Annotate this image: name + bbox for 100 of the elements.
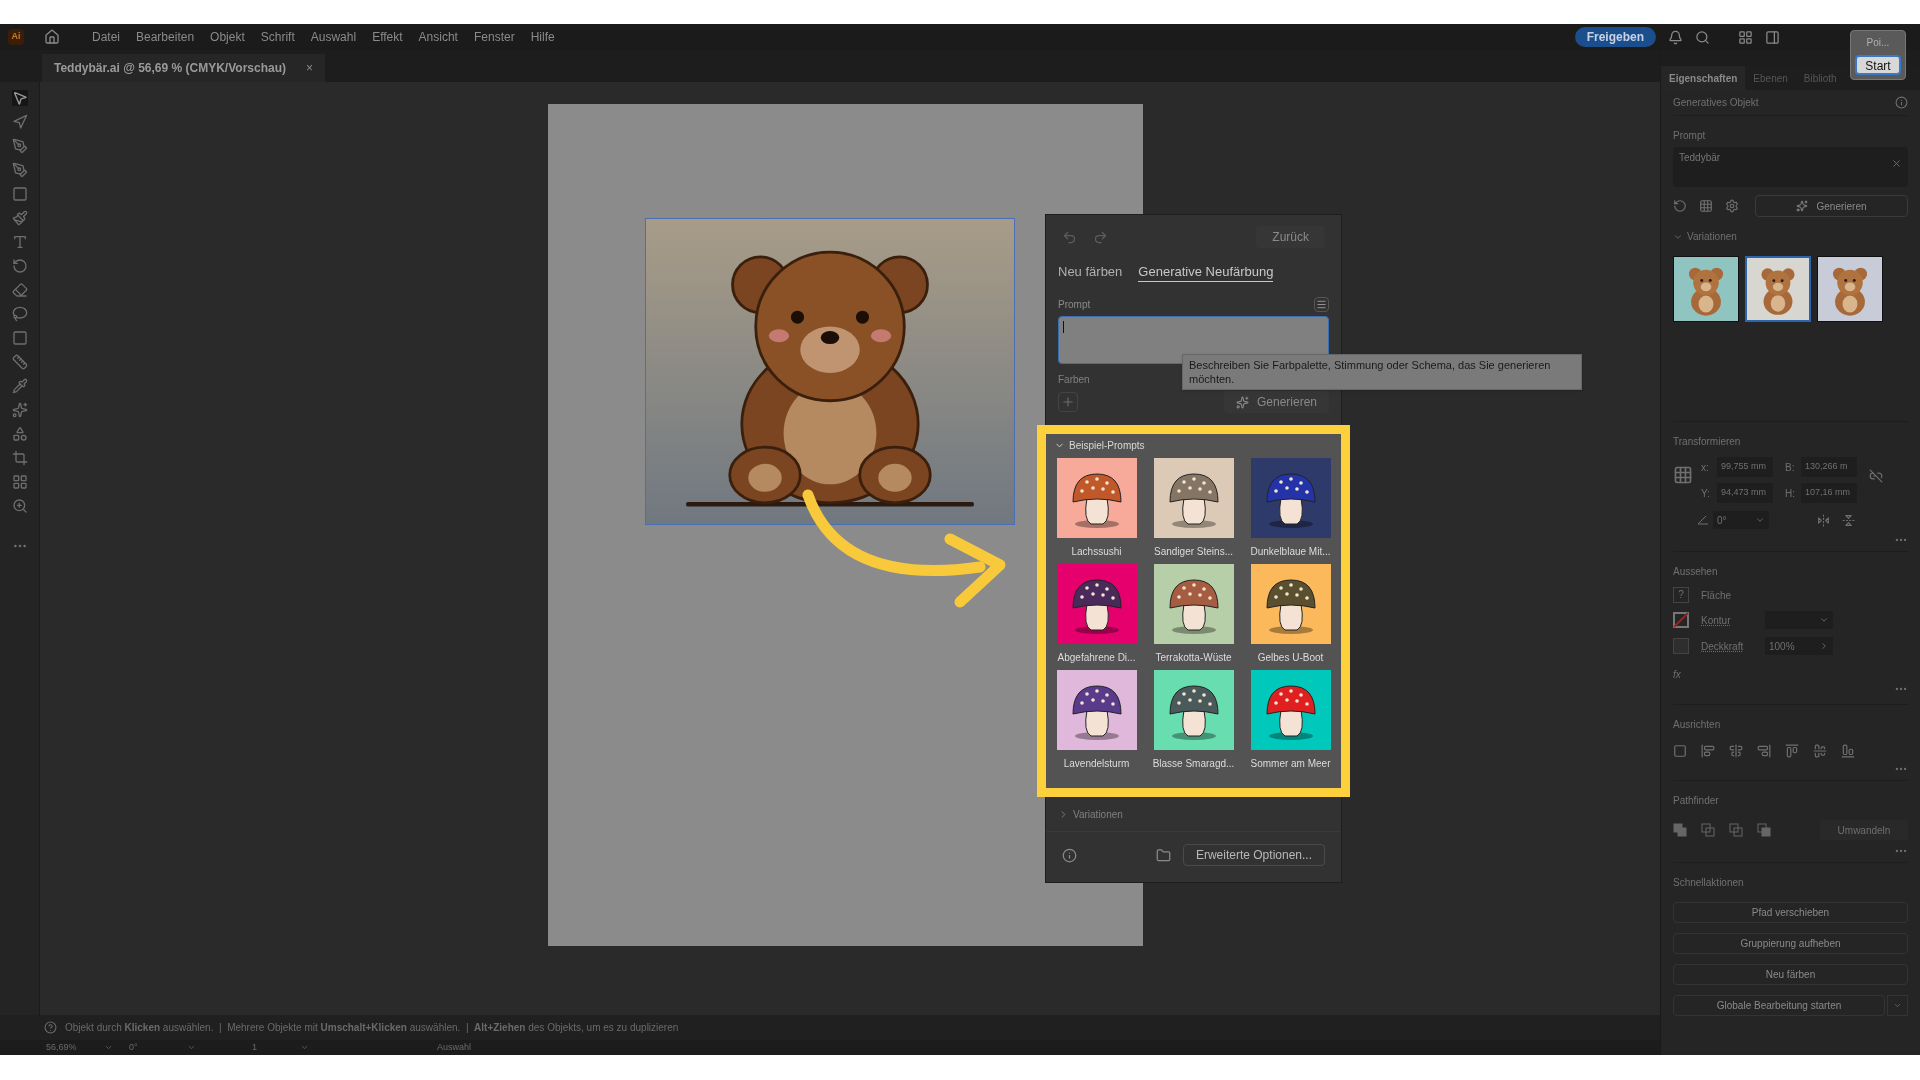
align-icon[interactable] bbox=[1841, 744, 1855, 758]
variations-header[interactable]: Variationen bbox=[1058, 807, 1123, 822]
sample-prompts-header[interactable]: Beispiel-Prompts bbox=[1054, 438, 1145, 453]
dropdown-icon[interactable] bbox=[104, 1043, 113, 1052]
workspace-icon[interactable] bbox=[1738, 29, 1753, 45]
tool-icon[interactable] bbox=[11, 378, 28, 394]
generate-button[interactable]: Generieren bbox=[1755, 195, 1908, 217]
rotation-field[interactable]: 0° bbox=[129, 1040, 179, 1055]
pathfinder-icon[interactable] bbox=[1729, 823, 1743, 837]
sample-prompt-label[interactable]: Sandiger Steins... bbox=[1154, 544, 1233, 559]
undo-icon[interactable] bbox=[1062, 229, 1077, 245]
angle-field[interactable]: 0° bbox=[1713, 511, 1769, 529]
value-field[interactable]: 107,16 mm bbox=[1801, 483, 1857, 503]
align-icon[interactable] bbox=[1701, 744, 1715, 758]
align-icon[interactable] bbox=[1673, 744, 1687, 758]
tool-icon[interactable] bbox=[11, 354, 28, 370]
chevron-icon[interactable] bbox=[1819, 641, 1829, 651]
pathfinder-icon[interactable] bbox=[1673, 823, 1687, 837]
panel-icon[interactable] bbox=[1765, 29, 1780, 45]
sample-prompt-label[interactable]: Sommer am Meer bbox=[1250, 756, 1331, 771]
info-icon[interactable] bbox=[1062, 847, 1077, 863]
folder-icon[interactable] bbox=[1155, 847, 1171, 863]
help-icon[interactable] bbox=[44, 1021, 57, 1034]
tool-icon[interactable] bbox=[11, 90, 28, 106]
search-icon[interactable] bbox=[1695, 29, 1710, 45]
document-title[interactable]: Teddybär.ai @ 56,69 % (CMYK/Vorschau) bbox=[54, 59, 286, 77]
stroke-swatch[interactable] bbox=[1673, 612, 1689, 628]
effects-label[interactable]: fx bbox=[1673, 667, 1908, 682]
menu-item[interactable]: Schrift bbox=[260, 28, 295, 46]
menu-item[interactable]: Bearbeiten bbox=[136, 28, 195, 46]
add-color-button[interactable] bbox=[1058, 392, 1078, 412]
mushroom-thumbnail[interactable] bbox=[1250, 670, 1331, 750]
quick-action-button[interactable]: Pfad verschieben bbox=[1673, 902, 1908, 923]
tool-icon[interactable] bbox=[11, 258, 28, 274]
opacity-label[interactable]: Deckkraft bbox=[1701, 638, 1753, 654]
prompt-field[interactable]: Teddybär bbox=[1673, 147, 1908, 187]
variations-header[interactable]: Variationen bbox=[1673, 229, 1737, 244]
tool-icon[interactable] bbox=[11, 138, 28, 154]
clear-icon[interactable] bbox=[1891, 158, 1902, 169]
settings-icon[interactable] bbox=[1725, 199, 1739, 213]
tool-icon[interactable] bbox=[11, 474, 28, 490]
variation-thumbnail[interactable] bbox=[1745, 256, 1811, 322]
menu-item[interactable]: Effekt bbox=[372, 28, 403, 46]
variation-thumbnail[interactable] bbox=[1673, 256, 1739, 322]
value-field[interactable]: 99,755 mm bbox=[1717, 457, 1773, 477]
mushroom-thumbnail[interactable] bbox=[1056, 670, 1137, 750]
redo-icon[interactable] bbox=[1093, 229, 1108, 245]
pathfinder-icon[interactable] bbox=[1701, 823, 1715, 837]
sample-prompt-label[interactable]: Terrakotta-Wüste bbox=[1155, 650, 1232, 665]
sample-prompt-label[interactable]: Blasse Smaragd... bbox=[1152, 756, 1235, 771]
quick-action-button[interactable]: Gruppierung aufheben bbox=[1673, 933, 1908, 954]
align-icon[interactable] bbox=[1813, 744, 1827, 758]
sample-prompt-label[interactable]: Dunkelblaue Mit... bbox=[1250, 544, 1331, 559]
menu-item[interactable]: Objekt bbox=[210, 28, 245, 46]
quick-action-button[interactable]: Globale Bearbeitung starten bbox=[1673, 995, 1885, 1016]
panel-tab[interactable]: Generative Neufärbung bbox=[1138, 261, 1274, 283]
share-button[interactable]: Freigeben bbox=[1574, 27, 1656, 47]
align-icon[interactable] bbox=[1729, 744, 1743, 758]
advanced-options-button[interactable]: Erweiterte Optionen... bbox=[1182, 844, 1325, 866]
value-field[interactable]: 94,473 mm bbox=[1717, 483, 1773, 503]
artboard-field[interactable]: 1 bbox=[252, 1040, 292, 1055]
sample-prompt-label[interactable]: Abgefahrene Di... bbox=[1057, 650, 1136, 665]
unlink-icon[interactable] bbox=[1869, 469, 1883, 483]
menu-item[interactable]: Ansicht bbox=[418, 28, 458, 46]
mushroom-thumbnail[interactable] bbox=[1153, 670, 1234, 750]
tool-icon[interactable] bbox=[11, 162, 28, 178]
dropdown-icon[interactable] bbox=[300, 1043, 309, 1052]
opacity-swatch[interactable] bbox=[1673, 638, 1689, 654]
tool-icon[interactable] bbox=[11, 450, 28, 466]
sample-prompt-label[interactable]: Lachssushi bbox=[1071, 544, 1122, 559]
list-icon[interactable] bbox=[1314, 297, 1329, 312]
tool-icon[interactable] bbox=[11, 402, 28, 418]
mushroom-thumbnail[interactable] bbox=[1056, 458, 1137, 538]
menu-item[interactable]: Auswahl bbox=[310, 28, 357, 46]
tool-icon[interactable] bbox=[11, 114, 28, 130]
flip-vertical-icon[interactable] bbox=[1842, 513, 1855, 527]
pathfinder-icon[interactable] bbox=[1757, 823, 1771, 837]
dropdown-icon[interactable] bbox=[1755, 515, 1765, 525]
dropdown-icon[interactable] bbox=[187, 1043, 196, 1052]
menu-item[interactable]: Fenster bbox=[473, 28, 515, 46]
value-field[interactable]: 130,266 m bbox=[1801, 457, 1857, 477]
start-button[interactable]: Start bbox=[1855, 55, 1901, 75]
tool-icon[interactable] bbox=[11, 282, 28, 298]
flip-horizontal-icon[interactable] bbox=[1817, 513, 1830, 527]
menu-item[interactable]: Hilfe bbox=[530, 28, 555, 46]
close-tab-button[interactable]: × bbox=[306, 59, 313, 77]
tool-icon[interactable] bbox=[11, 306, 28, 322]
mushroom-thumbnail[interactable] bbox=[1250, 564, 1331, 644]
tool-icon[interactable] bbox=[11, 498, 28, 514]
tool-icon[interactable] bbox=[11, 234, 28, 250]
tool-icon[interactable] bbox=[11, 210, 28, 226]
info-icon[interactable] bbox=[1895, 96, 1908, 109]
mushroom-thumbnail[interactable] bbox=[1250, 458, 1331, 538]
sample-prompt-label[interactable]: Gelbes U-Boot bbox=[1257, 650, 1324, 665]
opacity-field[interactable]: 100% bbox=[1765, 637, 1833, 655]
sample-prompt-label[interactable]: Lavendelsturm bbox=[1063, 756, 1130, 771]
stroke-label[interactable]: Kontur bbox=[1701, 612, 1753, 628]
mushroom-thumbnail[interactable] bbox=[1153, 458, 1234, 538]
align-icon[interactable] bbox=[1785, 744, 1799, 758]
tool-icon[interactable] bbox=[11, 426, 28, 442]
